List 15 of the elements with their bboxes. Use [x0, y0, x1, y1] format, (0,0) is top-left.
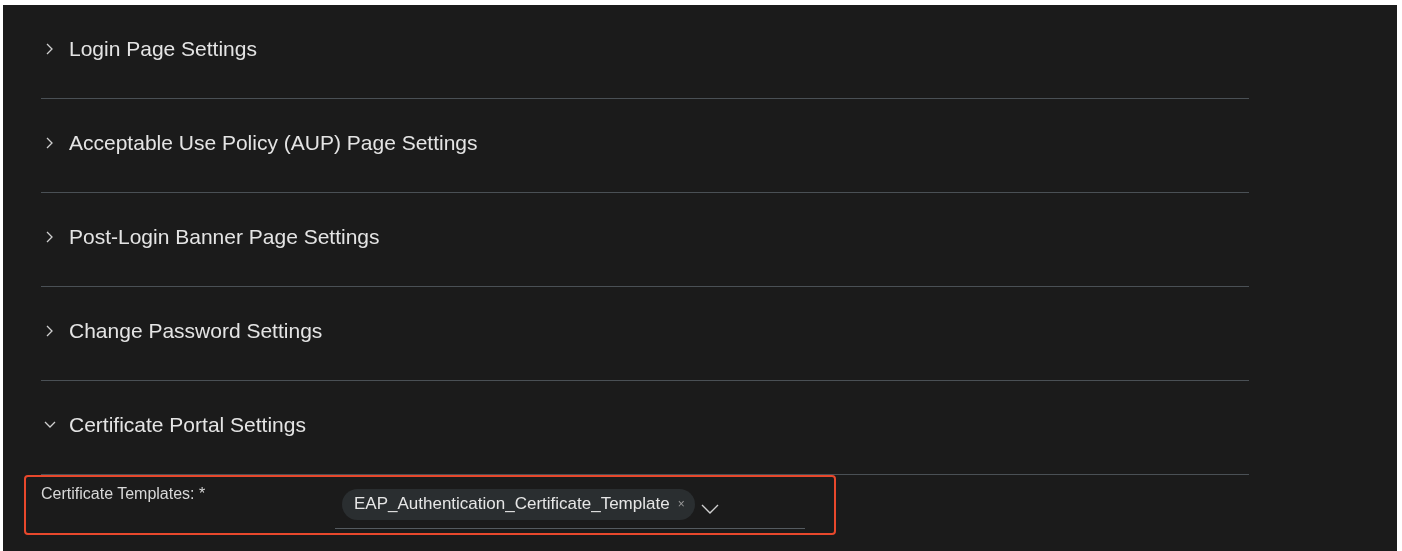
caret-icon[interactable] [700, 502, 719, 515]
section-header[interactable]: Login Page Settings [41, 5, 1249, 99]
section-title: Post-Login Banner Page Settings [69, 224, 380, 249]
section-title: Acceptable Use Policy (AUP) Page Settings [69, 130, 478, 155]
section-header[interactable]: Acceptable Use Policy (AUP) Page Settings [41, 99, 1249, 193]
section-title: Login Page Settings [69, 36, 257, 61]
section-header[interactable]: Change Password Settings [41, 287, 1249, 381]
remove-tag-button[interactable]: × [677, 497, 685, 511]
section-title: Change Password Settings [69, 318, 323, 343]
section-title: Certificate Portal Settings [69, 412, 306, 437]
section-header[interactable]: Certificate Portal Settings [41, 381, 1249, 475]
multi-select-field[interactable]: EAP_Authentication_Certificate_Template × [335, 485, 805, 529]
section-header[interactable]: Post-Login Banner Page Settings [41, 193, 1249, 287]
field-label: Certificate Templates: * [41, 485, 207, 503]
chip-text: EAP_Authentication_Certificate_Template [354, 494, 670, 514]
